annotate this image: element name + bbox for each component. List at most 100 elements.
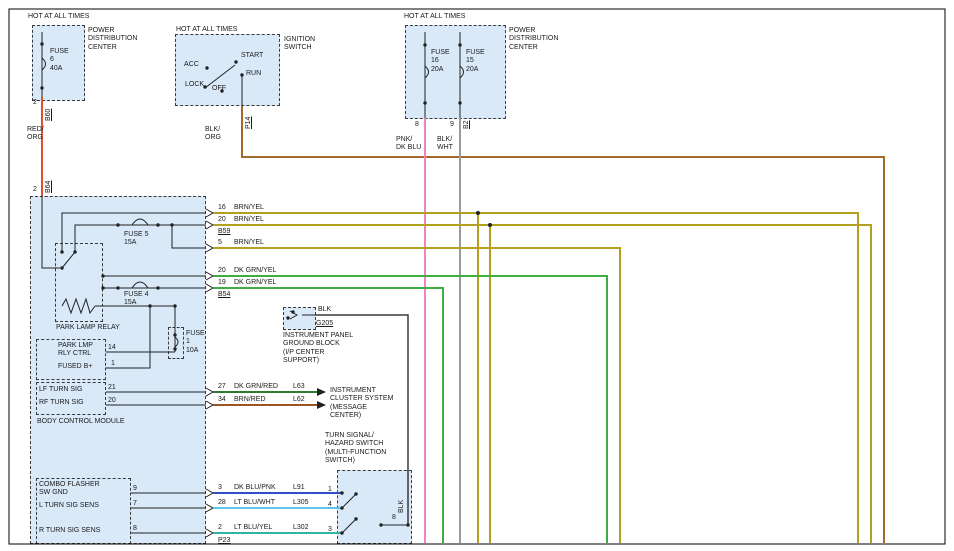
relay-coil <box>62 299 95 313</box>
wire3-name: DK BLU/PNK <box>234 484 276 492</box>
wire5-name: BRN/YEL <box>234 239 264 247</box>
connector-g205: G205 <box>316 320 333 328</box>
connector-b54: B54 <box>218 291 230 299</box>
fused-b-label: FUSED B+ <box>58 363 92 371</box>
cluster-title: INSTRUMENT CLUSTER SYSTEM (MESSAGE CENTE… <box>330 387 393 420</box>
ground-block-title: INSTRUMENT PANEL GROUND BLOCK (I/P CENTE… <box>283 332 353 365</box>
wiring-diagram: HOT AT ALL TIMES POWER DISTRIBUTION CENT… <box>0 0 954 551</box>
rf-turn-sig-label: RF TURN SIG <box>39 399 84 407</box>
wire-blk-org <box>242 106 884 543</box>
r-turn-sig-sens-label: R TURN SIG SENS <box>39 527 100 535</box>
mfs-title: TURN SIGNAL/ HAZARD SWITCH (MULTI-FUNCTI… <box>325 432 386 465</box>
red-org-label: RED/ ORG <box>27 126 44 143</box>
fuse5-label: FUSE 5 15A <box>124 231 149 248</box>
pin-7: 7 <box>133 500 137 508</box>
fuse16-squiggle <box>425 66 429 78</box>
wire34-name: BRN/RED <box>234 396 266 404</box>
wire28-num: 28 <box>218 499 226 507</box>
fuse4-label: FUSE 4 15A <box>124 291 149 308</box>
bcm-entry-pin: 2 <box>33 186 37 194</box>
arrowhead-dk-grn-red <box>317 388 326 396</box>
wire27-num: 27 <box>218 383 226 391</box>
wire2-code: L302 <box>293 524 309 532</box>
connector-b2: B2 <box>463 120 471 129</box>
hot-at-all-times-mid: HOT AT ALL TIMES <box>176 26 237 34</box>
wire19-num: 19 <box>218 279 226 287</box>
pdc-right-pin-9: 9 <box>450 121 454 129</box>
mfs-wiper-2 <box>342 519 356 533</box>
wire16-num: 16 <box>218 204 226 212</box>
lf-turn-sig-label: LF TURN SIG <box>39 386 82 394</box>
ignition-pos-start: START <box>241 52 263 60</box>
connector-p23: P23 <box>218 537 230 545</box>
wire27-code: L63 <box>293 383 305 391</box>
pin-1: 1 <box>111 360 115 368</box>
connector-chevrons <box>206 209 213 537</box>
wire34-num: 34 <box>218 396 226 404</box>
pin-9: 9 <box>133 485 137 493</box>
wire20a-num: 20 <box>218 216 226 224</box>
connector-p14: P14 <box>245 117 253 129</box>
pin-8: 8 <box>133 525 137 533</box>
wire2-num: 2 <box>218 524 222 532</box>
wire34-code: L62 <box>293 396 305 404</box>
wire3-num: 3 <box>218 484 222 492</box>
park-lmp-rly-ctrl-label: PARK LMP RLY CTRL <box>58 342 93 359</box>
pdc-left-pin: 2 <box>33 99 37 107</box>
ignition-pos-acc: ACC <box>184 61 199 69</box>
pin14-wire <box>106 349 175 352</box>
ignition-switch-title: IGNITION SWITCH <box>284 36 315 53</box>
combo-flasher-label: COMBO FLASHER SW GND <box>39 481 100 498</box>
blk-wire-label: BLK <box>318 306 331 314</box>
park-lamp-relay-label: PARK LAMP RELAY <box>56 324 120 332</box>
pdc-right-pin-8: 8 <box>415 121 419 129</box>
wire28-code: L305 <box>293 499 309 507</box>
mfs-pin-4: 4 <box>328 501 332 509</box>
fuse1-label: FUSE 1 10A <box>186 330 205 355</box>
wire20b-name: DK GRN/YEL <box>234 267 276 275</box>
fuse15-label: FUSE 15 20A <box>466 49 485 74</box>
pnk-dk-blu-label: PNK/ DK BLU <box>396 136 421 153</box>
wire3-code: L91 <box>293 484 305 492</box>
mfs-gnd-pin-8: 8 <box>392 514 396 522</box>
hot-at-all-times-left: HOT AT ALL TIMES <box>28 13 89 21</box>
pdc-left-title: POWER DISTRIBUTION CENTER <box>88 27 137 52</box>
pin1-wire <box>106 306 150 368</box>
ignition-pos-run: RUN <box>246 70 261 78</box>
wire19-name: DK GRN/YEL <box>234 279 276 287</box>
pin-14: 14 <box>108 344 116 352</box>
colored-wires <box>42 97 884 543</box>
branch-wire-5 <box>172 225 206 248</box>
connector-b64: B64 <box>45 181 53 193</box>
connector-b60: B60 <box>45 109 53 121</box>
wire28-name: LT BLU/WHT <box>234 499 275 507</box>
fuse5-squiggle <box>132 219 148 225</box>
wire27-name: DK GRN/RED <box>234 383 278 391</box>
pdc-right-title: POWER DISTRIBUTION CENTER <box>509 27 558 52</box>
pin-20: 20 <box>108 397 116 405</box>
fuse6-label: FUSE 6 40A <box>50 48 69 73</box>
hot-at-all-times-right: HOT AT ALL TIMES <box>404 13 465 21</box>
mfs-blk-wire-label: BLK <box>398 500 406 513</box>
wire20a-name: BRN/YEL <box>234 216 264 224</box>
l-turn-sig-sens-label: L TURN SIG SENS <box>39 502 99 510</box>
wire16-name: BRN/YEL <box>234 204 264 212</box>
fuse4-squiggle <box>132 282 148 288</box>
wire-brn-yel-20 <box>213 225 871 543</box>
cluster-arrowheads <box>317 388 326 409</box>
wire-layer <box>0 0 954 551</box>
fuse15-squiggle <box>460 66 464 78</box>
arrowhead-brn-red <box>317 401 326 409</box>
mfs-pin-1: 1 <box>328 486 332 494</box>
wire5-num: 5 <box>218 239 222 247</box>
blk-org-label: BLK/ ORG <box>205 126 221 143</box>
wire2-name: LT BLU/YEL <box>234 524 272 532</box>
wire20b-num: 20 <box>218 267 226 275</box>
connector-b59: B59 <box>218 228 230 236</box>
fuse16-label: FUSE 16 20A <box>431 49 450 74</box>
fuse6-squiggle <box>42 58 46 70</box>
pin-21: 21 <box>108 384 116 392</box>
ignition-pos-off: OFF <box>212 85 226 93</box>
mfs-wiper-1 <box>342 494 356 508</box>
bcm-feed <box>42 196 60 268</box>
